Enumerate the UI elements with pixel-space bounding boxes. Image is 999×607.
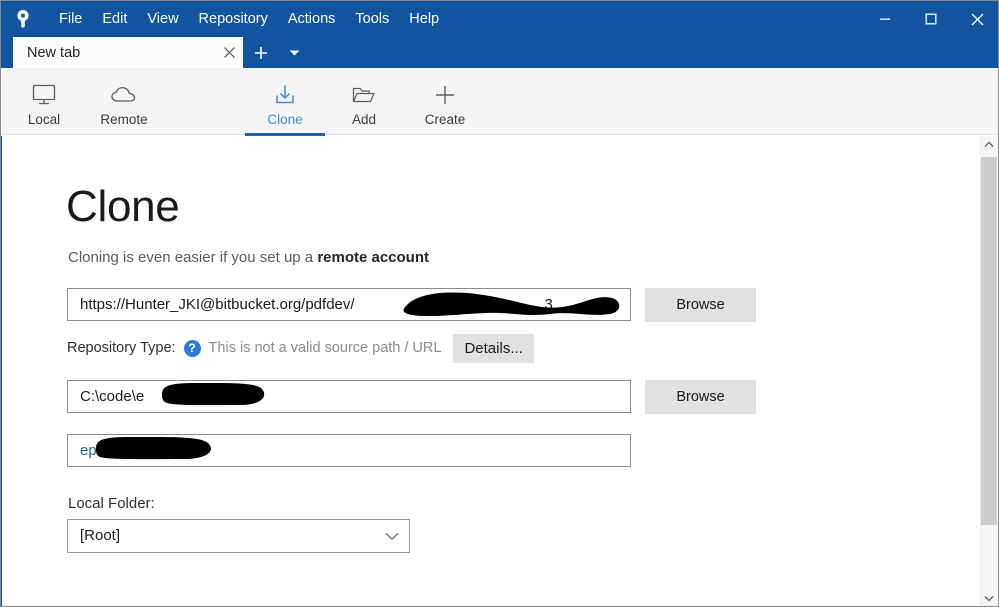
monitor-icon (30, 81, 58, 109)
redaction-blob-name (96, 436, 211, 460)
toolbar-label-create: Create (424, 112, 466, 127)
clone-download-icon (272, 81, 298, 109)
cloud-icon (109, 81, 139, 109)
plus-icon (433, 81, 457, 109)
tab-new-tab[interactable]: New tab (13, 37, 243, 68)
tab-close-button[interactable] (215, 37, 243, 68)
toolbar-label-remote: Remote (100, 112, 148, 127)
close-icon (223, 47, 235, 58)
menu-bar: File Edit View Repository Actions Tools … (49, 1, 449, 37)
window-controls (862, 1, 998, 37)
toolbar-item-local[interactable]: Local (4, 74, 84, 132)
menu-item-view[interactable]: View (137, 6, 188, 32)
chevron-down-icon (984, 596, 994, 602)
scrollbar-track[interactable] (981, 153, 997, 590)
scroll-up-button[interactable] (981, 136, 997, 153)
repository-type-row: Repository Type: ? This is not a valid s… (67, 333, 534, 363)
local-folder-select[interactable]: [Root] (67, 519, 410, 553)
browse-destination-button[interactable]: Browse (645, 380, 756, 414)
tab-strip: New tab (1, 37, 998, 68)
minimize-button[interactable] (862, 1, 908, 37)
minimize-icon (880, 18, 890, 20)
repository-type-message: This is not a valid source path / URL (208, 340, 442, 356)
title-bar: File Edit View Repository Actions Tools … (1, 1, 998, 37)
toolbar-item-add[interactable]: Add (324, 74, 404, 132)
scrollbar-thumb[interactable] (981, 157, 997, 525)
scroll-down-button[interactable] (981, 590, 997, 606)
maximize-button[interactable] (908, 1, 954, 37)
destination-path-value: C:\code\e (80, 387, 145, 405)
subtitle: Cloning is even easier if you set up a r… (68, 248, 429, 268)
vertical-scrollbar[interactable] (980, 136, 997, 606)
remote-account-link[interactable]: remote account (317, 249, 429, 266)
menu-item-repository[interactable]: Repository (189, 6, 278, 32)
menu-item-actions[interactable]: Actions (278, 6, 346, 32)
toolbar-item-create[interactable]: Create (405, 74, 485, 132)
sourcetree-window: File Edit View Repository Actions Tools … (0, 0, 999, 607)
local-folder-value: [Root] (80, 527, 121, 544)
plus-icon (255, 46, 267, 59)
chevron-down-icon[interactable] (375, 520, 409, 552)
browse-source-button[interactable]: Browse (645, 288, 756, 322)
chevron-up-icon (984, 141, 994, 147)
close-icon (971, 13, 983, 25)
subtitle-text: Cloning is even easier if you set up a (68, 249, 318, 266)
tab-list-button[interactable] (283, 40, 305, 65)
source-url-value: https://Hunter_JKI@bitbucket.org/pdfdev/ (80, 295, 355, 313)
menu-item-help[interactable]: Help (399, 6, 449, 32)
redaction-blob-destination-path (162, 382, 265, 406)
toolbar-item-remote[interactable]: Remote (84, 74, 164, 132)
local-folder-label: Local Folder: (68, 495, 155, 512)
new-tab-button[interactable] (249, 40, 273, 65)
menu-item-edit[interactable]: Edit (92, 6, 137, 32)
menu-item-file[interactable]: File (49, 6, 92, 32)
chevron-down-icon (289, 50, 299, 55)
page-title: Clone (66, 182, 180, 231)
maximize-icon (925, 13, 937, 25)
toolbar-item-clone[interactable]: Clone (245, 74, 325, 136)
main-toolbar: Local Remote Clone Add Create (2, 68, 998, 190)
sourcetree-logo (5, 1, 41, 37)
toolbar-label-clone: Clone (267, 112, 303, 127)
folder-open-icon (350, 81, 378, 109)
menu-item-tools[interactable]: Tools (345, 6, 399, 32)
repository-type-label: Repository Type: (67, 340, 176, 356)
toolbar-label-add: Add (351, 112, 377, 127)
details-button[interactable]: Details... (453, 333, 534, 363)
question-mark-icon[interactable]: ? (183, 339, 201, 357)
toolbar-label-local: Local (27, 112, 61, 127)
tab-label: New tab (27, 44, 81, 61)
close-button[interactable] (954, 1, 998, 37)
clone-panel: Clone Cloning is even easier if you set … (2, 136, 982, 606)
redaction-blob-source-url (403, 292, 620, 317)
